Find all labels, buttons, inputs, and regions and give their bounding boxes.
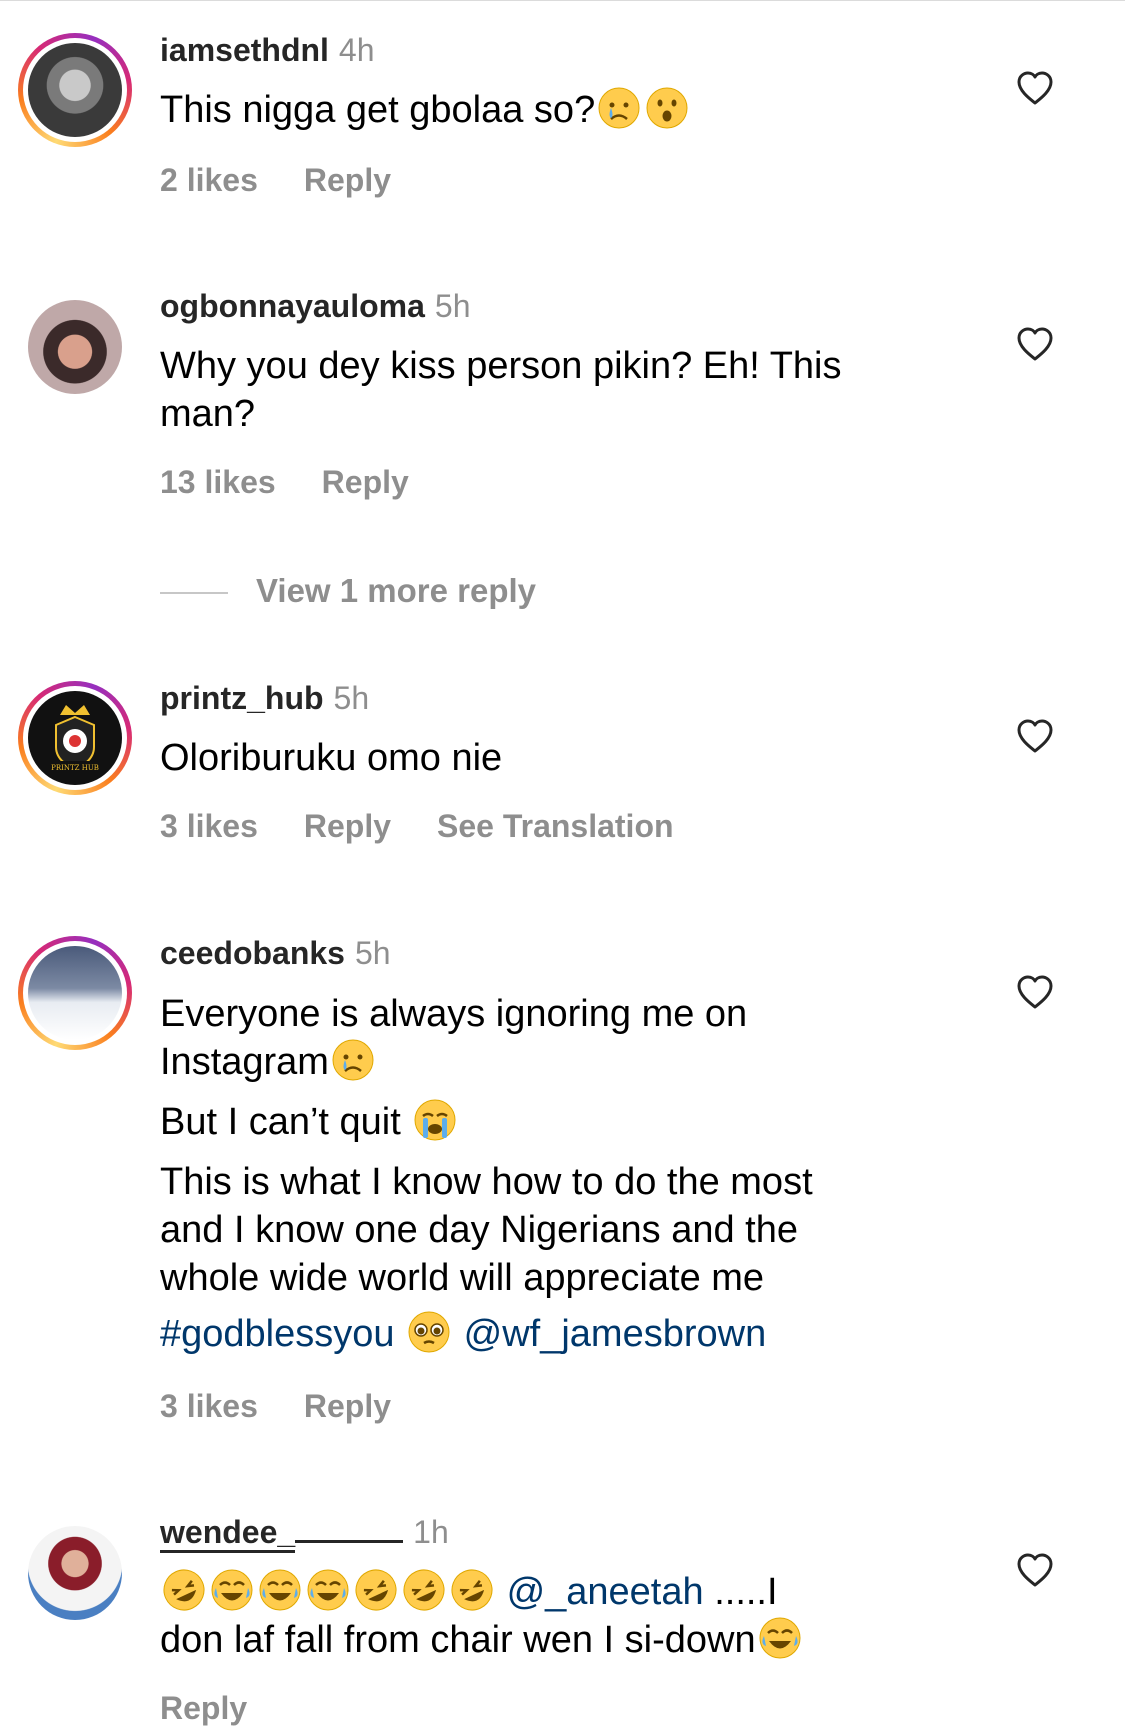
comment-time: 5h	[333, 680, 370, 716]
avatar-image	[28, 946, 122, 1040]
avatar-image	[28, 1526, 122, 1620]
avatar[interactable]: PRINTZ HUB	[18, 681, 132, 795]
avatar[interactable]	[18, 1516, 132, 1630]
avatar[interactable]	[18, 936, 132, 1050]
comment-body-line: .....I	[703, 1571, 778, 1613]
comment-username[interactable]: ceedobanks 5h	[160, 935, 391, 972]
surprised-face-icon	[646, 87, 688, 129]
avatar-image	[28, 300, 122, 394]
comment-username[interactable]: ogbonnayauloma 5h	[160, 288, 471, 325]
view-more-replies[interactable]: View 1 more reply	[160, 572, 536, 610]
top-divider	[0, 0, 1125, 1]
comment-body-line: Everyone is always ignoring me on	[160, 993, 748, 1035]
avatar[interactable]	[18, 33, 132, 147]
reply-button[interactable]: Reply	[304, 808, 391, 844]
rolling-on-floor-laughing-icon	[355, 1569, 397, 1611]
hashtag-link[interactable]: #godblessyou	[160, 1313, 395, 1355]
username-text[interactable]: ogbonnayauloma	[160, 288, 425, 324]
comment-text: Everyone is always ignoring me on Instag…	[160, 990, 940, 1358]
heart-icon[interactable]	[1016, 326, 1054, 362]
comment-body-line: Instagram	[160, 1041, 329, 1083]
comment-text: Why you dey kiss person pikin? Eh! This …	[160, 342, 940, 438]
likes-count[interactable]: 3 likes	[160, 1388, 258, 1424]
likes-count[interactable]: 2 likes	[160, 162, 258, 198]
comment-actions: 2 likes Reply	[160, 162, 437, 199]
comment-body-line: Why you dey kiss person pikin? Eh! This	[160, 345, 842, 387]
view-more-label[interactable]: View 1 more reply	[256, 572, 536, 609]
see-translation-button[interactable]: See Translation	[437, 808, 674, 844]
crying-face-icon	[332, 1039, 374, 1081]
avatar-image: PRINTZ HUB	[28, 691, 122, 785]
avatar-image	[28, 43, 122, 137]
reply-button[interactable]: Reply	[304, 162, 391, 198]
tears-of-joy-icon	[211, 1569, 253, 1611]
comment-actions: Reply	[160, 1690, 293, 1727]
rolling-on-floor-laughing-icon	[451, 1569, 493, 1611]
view-more-dash	[160, 592, 228, 595]
reply-button[interactable]: Reply	[160, 1690, 247, 1726]
comment-text: Oloriburuku omo nie	[160, 734, 940, 782]
tears-of-joy-icon	[759, 1617, 801, 1659]
username-text[interactable]: printz_hub	[160, 680, 324, 716]
crying-face-icon	[598, 87, 640, 129]
comment-body: This nigga get gbolaa so?	[160, 89, 596, 131]
comment-body-line: But I can’t quit	[160, 1101, 412, 1143]
pleading-face-icon	[408, 1311, 450, 1353]
comment-body-line: don laf fall from chair wen I si-down	[160, 1619, 756, 1661]
printz-hub-logo: PRINTZ HUB	[44, 705, 106, 772]
comment-body: Oloriburuku omo nie	[160, 737, 503, 779]
comment-time: 5h	[354, 935, 391, 971]
comment-body-line: This is what I know how to do the most	[160, 1161, 813, 1203]
heart-icon[interactable]	[1016, 1552, 1054, 1588]
heart-icon[interactable]	[1016, 974, 1054, 1010]
comment-time: 1h	[413, 1514, 449, 1550]
tears-of-joy-icon	[307, 1569, 349, 1611]
loudly-crying-face-icon	[414, 1099, 456, 1141]
mention-link[interactable]: @wf_jamesbrown	[464, 1313, 767, 1355]
likes-count[interactable]: 13 likes	[160, 464, 276, 500]
tears-of-joy-icon	[259, 1569, 301, 1611]
logo-text: PRINTZ HUB	[51, 764, 99, 772]
reply-button[interactable]: Reply	[304, 1388, 391, 1424]
likes-count[interactable]: 3 likes	[160, 808, 258, 844]
mention-link[interactable]: @_aneetah	[507, 1571, 704, 1613]
rolling-on-floor-laughing-icon	[403, 1569, 445, 1611]
comment-body-line: man?	[160, 393, 256, 435]
comment-username[interactable]: iamsethdnl 4h	[160, 32, 375, 69]
username-text[interactable]: ceedobanks	[160, 935, 345, 971]
comment-actions: 3 likes Reply See Translation	[160, 808, 720, 845]
comment-actions: 3 likes Reply	[160, 1388, 437, 1425]
username-underscore-trail	[295, 1514, 404, 1543]
comment-text: This nigga get gbolaa so?	[160, 86, 940, 134]
comment-body-line: whole wide world will appreciate me	[160, 1257, 765, 1299]
comment-text: @_aneetah .....I don laf fall from chair…	[160, 1568, 940, 1664]
avatar[interactable]	[18, 290, 132, 404]
comment-time: 4h	[338, 32, 375, 68]
heart-icon[interactable]	[1016, 718, 1054, 754]
comment-username[interactable]: wendee_ 1h	[160, 1514, 449, 1553]
username-text[interactable]: iamsethdnl	[160, 32, 329, 68]
comment-username[interactable]: printz_hub 5h	[160, 680, 369, 717]
rolling-on-floor-laughing-icon	[163, 1569, 205, 1611]
heart-icon[interactable]	[1016, 70, 1054, 106]
comment-actions: 13 likes Reply	[160, 464, 455, 501]
comment-time: 5h	[434, 288, 471, 324]
comment-body-line: and I know one day Nigerians and the	[160, 1209, 798, 1251]
reply-button[interactable]: Reply	[322, 464, 409, 500]
username-text[interactable]: wendee_	[160, 1514, 296, 1553]
